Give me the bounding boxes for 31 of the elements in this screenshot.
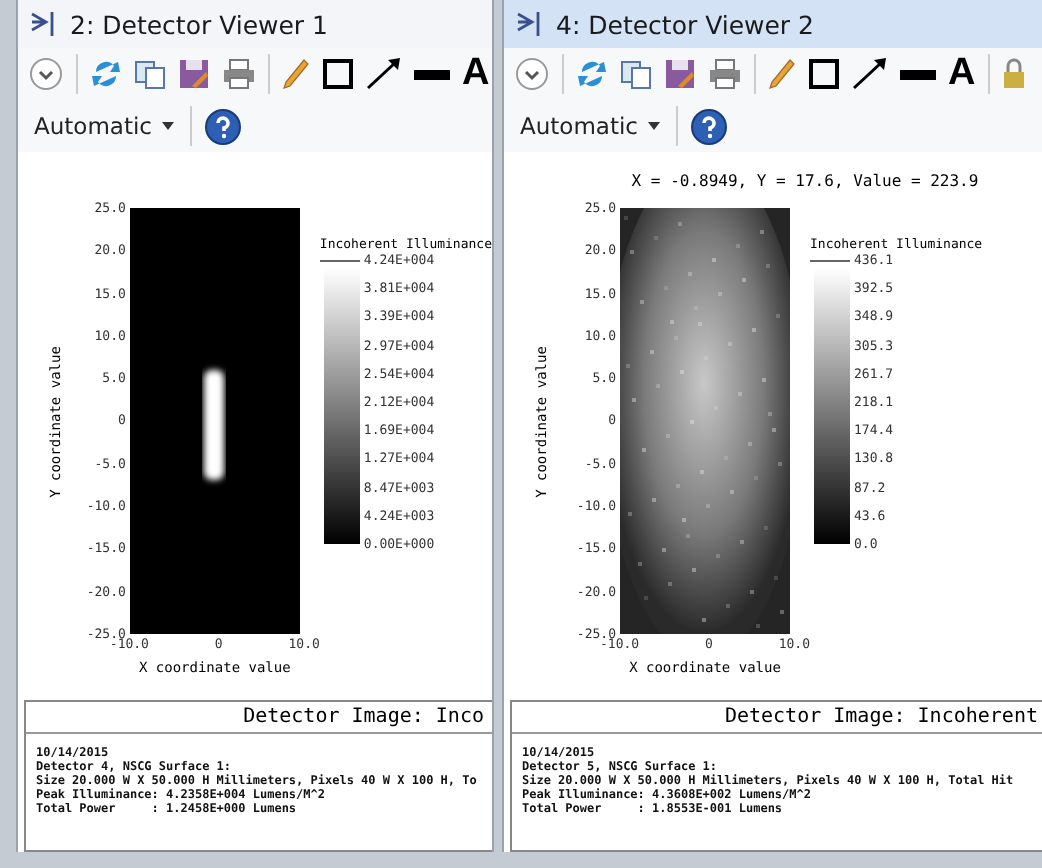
copy-icon[interactable] bbox=[134, 58, 166, 90]
caret-icon bbox=[647, 122, 660, 130]
printer-icon[interactable] bbox=[708, 58, 742, 90]
text-tool[interactable]: A bbox=[948, 54, 976, 94]
mode-dropdown[interactable]: Automatic bbox=[516, 108, 664, 144]
arrow-icon[interactable] bbox=[366, 58, 402, 90]
help-icon[interactable] bbox=[203, 107, 242, 145]
arrow-icon[interactable] bbox=[852, 58, 888, 90]
help-icon[interactable] bbox=[689, 107, 728, 145]
window-title: 4: Detector Viewer 2 bbox=[556, 9, 814, 39]
chevron-down-icon[interactable] bbox=[514, 56, 550, 92]
pencil-icon[interactable] bbox=[282, 58, 310, 90]
text-tool[interactable]: A bbox=[462, 54, 490, 94]
refresh-icon[interactable] bbox=[90, 58, 122, 90]
rectangle-icon[interactable] bbox=[322, 58, 354, 90]
pencil-icon[interactable] bbox=[768, 58, 796, 90]
refresh-icon[interactable] bbox=[576, 58, 608, 90]
lock-icon[interactable] bbox=[1001, 58, 1026, 90]
cursor-readout: X = -0.8949, Y = 17.6, Value = 223.9 bbox=[631, 171, 979, 189]
window-title: 2: Detector Viewer 1 bbox=[70, 9, 328, 39]
copy-icon[interactable] bbox=[620, 58, 652, 90]
rectangle-icon[interactable] bbox=[808, 58, 840, 90]
app-icon bbox=[30, 10, 58, 38]
caret-icon bbox=[161, 122, 174, 130]
chevron-down-icon[interactable] bbox=[28, 56, 64, 92]
report-header: Detector Image: Incoherent bbox=[724, 706, 1038, 728]
save-icon[interactable] bbox=[178, 58, 210, 90]
save-icon[interactable] bbox=[664, 58, 696, 90]
printer-icon[interactable] bbox=[222, 58, 256, 90]
app-icon bbox=[516, 10, 544, 38]
report-header: Detector Image: Inco bbox=[243, 706, 484, 728]
